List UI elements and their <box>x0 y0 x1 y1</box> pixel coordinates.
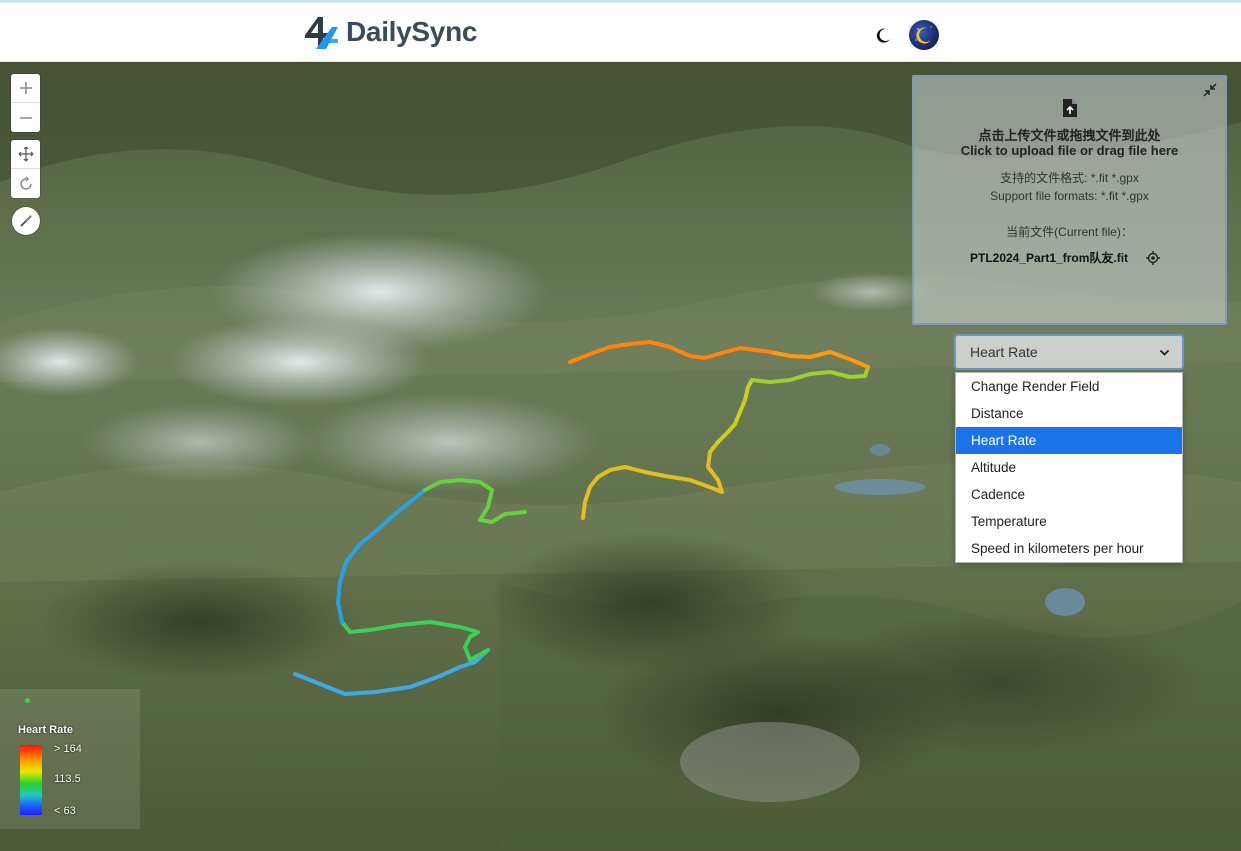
rotate-icon <box>19 176 32 190</box>
option-change-render-field[interactable]: Change Render Field <box>956 373 1182 400</box>
terrain-map[interactable]: 点击上传文件或拖拽文件到此处 Click to upload file or d… <box>0 62 1241 851</box>
avatar-moon-icon <box>915 26 932 44</box>
navigation-controls <box>11 140 40 198</box>
minus-icon <box>19 116 32 119</box>
plus-icon <box>19 82 32 94</box>
option-distance[interactable]: Distance <box>956 400 1182 427</box>
legend-mid-label: 113.5 <box>54 773 81 785</box>
zoom-out-button[interactable] <box>11 103 40 132</box>
moon-icon[interactable] <box>874 27 892 45</box>
current-file-label: 当前文件(Current file)： <box>1006 225 1133 239</box>
upload-instruction-cn: 点击上传文件或拖拽文件到此处 <box>978 128 1161 143</box>
render-field-dropdown: Change Render Field Distance Heart Rate … <box>955 372 1183 563</box>
upload-panel[interactable]: 点击上传文件或拖拽文件到此处 Click to upload file or d… <box>912 75 1227 325</box>
rotate-button[interactable] <box>11 169 40 198</box>
collapse-icon[interactable] <box>1203 83 1217 97</box>
brand-name: DailySync <box>346 16 478 47</box>
upload-instruction-en: Click to upload file or drag file here <box>960 143 1179 158</box>
move-icon <box>18 146 33 162</box>
compass-icon <box>20 215 32 227</box>
top-header: DailySync <box>0 0 1241 62</box>
file-upload-icon <box>1063 99 1077 117</box>
current-file-name: PTL2024_Part1_from队友.fit <box>970 251 1129 265</box>
chevron-down-icon <box>1159 349 1170 356</box>
legend-dot <box>25 698 30 703</box>
brand-logo[interactable]: DailySync <box>302 13 477 51</box>
option-heart-rate[interactable]: Heart Rate <box>956 427 1182 454</box>
legend-color-scale <box>20 745 42 815</box>
option-temperature[interactable]: Temperature <box>956 508 1182 535</box>
heart-rate-legend: Heart Rate > 164 113.5 < 63 <box>0 689 140 829</box>
compass-button[interactable] <box>12 207 40 235</box>
zoom-in-button[interactable] <box>11 74 40 103</box>
legend-min-label: < 63 <box>54 805 76 817</box>
pan-button[interactable] <box>11 140 40 169</box>
option-speed-kmh[interactable]: Speed in kilometers per hour <box>956 535 1182 562</box>
user-avatar[interactable] <box>909 20 939 50</box>
target-icon[interactable] <box>1146 251 1160 265</box>
option-altitude[interactable]: Altitude <box>956 454 1182 481</box>
zoom-controls <box>11 74 40 132</box>
logo-mark-icon <box>305 17 338 49</box>
legend-title: Heart Rate <box>18 724 74 736</box>
render-field-select[interactable]: Heart Rate <box>954 334 1184 370</box>
supported-formats-cn: 支持的文件格式: *.fit *.gpx <box>1000 171 1139 185</box>
legend-max-label: > 164 <box>54 743 82 755</box>
supported-formats-en: Support file formats: *.fit *.gpx <box>990 189 1149 203</box>
option-cadence[interactable]: Cadence <box>956 481 1182 508</box>
render-field-value: Heart Rate <box>970 344 1038 360</box>
